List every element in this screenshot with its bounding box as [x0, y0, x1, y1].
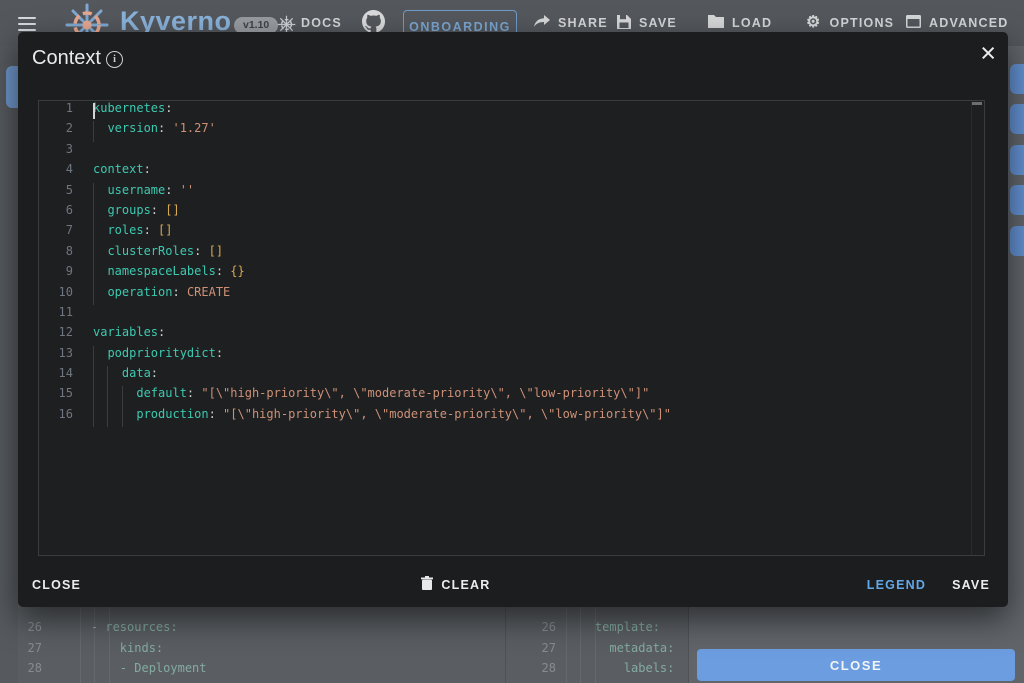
line-number: 10 [39, 285, 93, 305]
line-number: 9 [39, 264, 93, 284]
line-number: 3 [39, 142, 93, 162]
editor-line[interactable]: 11 [39, 305, 984, 325]
editor-line[interactable]: 14 data: [39, 366, 984, 386]
dialog-title: Context [32, 47, 101, 70]
background-resource-code: template: metadata: labels: [566, 617, 674, 679]
line-code[interactable]: production: "[\"high-priority\", \"moder… [93, 407, 984, 427]
save-label: SAVE [639, 16, 677, 30]
editor-line[interactable]: 3 [39, 142, 984, 162]
editor-line[interactable]: 13 podprioritydict: [39, 346, 984, 366]
line-number: 11 [39, 305, 93, 325]
editor-line[interactable]: 15 default: "[\"high-priority\", \"moder… [39, 386, 984, 406]
line-code[interactable]: version: '1.27' [93, 121, 984, 141]
scrollbar-track[interactable] [971, 101, 972, 555]
context-yaml-editor[interactable]: 1kubernetes:2 version: '1.27'34context:5… [38, 100, 985, 556]
editor-line[interactable]: 7 roles: [] [39, 223, 984, 243]
trash-icon [421, 576, 433, 593]
background-close-label: CLOSE [830, 658, 882, 673]
background-line-numbers: 262728 [506, 617, 556, 679]
editor-line[interactable]: 10 operation: CREATE [39, 285, 984, 305]
editor-line[interactable]: 5 username: '' [39, 183, 984, 203]
docs-label: DOCS [301, 16, 342, 30]
clear-label: CLEAR [441, 578, 490, 592]
hidden-right-button-fragment [1010, 64, 1024, 94]
editor-line[interactable]: 4context: [39, 162, 984, 182]
line-code[interactable] [93, 305, 984, 325]
editor-line[interactable]: 16 production: "[\"high-priority\", \"mo… [39, 407, 984, 427]
line-number: 14 [39, 366, 93, 386]
menu-hamburger-icon[interactable] [18, 17, 36, 31]
text-cursor [93, 103, 95, 119]
hidden-right-button-fragment [1010, 145, 1024, 175]
editor-line[interactable]: 9 namespaceLabels: {} [39, 264, 984, 284]
line-number: 2 [39, 121, 93, 141]
advanced-label: ADVANCED [929, 16, 1009, 30]
line-code[interactable]: namespaceLabels: {} [93, 264, 984, 284]
panel-icon [906, 15, 921, 31]
legend-label: LEGEND [867, 578, 926, 592]
share-label: SHARE [558, 16, 608, 30]
editor-lines: 1kubernetes:2 version: '1.27'34context:5… [39, 101, 984, 427]
line-code[interactable]: clusterRoles: [] [93, 244, 984, 264]
background-policy-editor-panel: 262728 - resources: kinds: - Deployment [18, 607, 506, 683]
line-code[interactable]: default: "[\"high-priority\", \"moderate… [93, 386, 984, 406]
load-label: LOAD [732, 16, 772, 30]
clear-button[interactable]: CLEAR [421, 576, 490, 593]
line-number: 7 [39, 223, 93, 243]
line-code[interactable]: kubernetes: [93, 101, 984, 121]
line-number: 1 [39, 101, 93, 121]
hidden-right-button-fragment [1010, 185, 1024, 215]
gear-icon: ⚙ [806, 15, 822, 31]
line-number: 4 [39, 162, 93, 182]
dialog-close-button[interactable]: CLOSE [32, 578, 81, 592]
dialog-footer: CLOSE CLEAR LEGEND SAVE [18, 556, 1008, 607]
dialog-close-label: CLOSE [32, 578, 81, 592]
line-code[interactable]: groups: [] [93, 203, 984, 223]
editor-line[interactable]: 2 version: '1.27' [39, 121, 984, 141]
line-number: 15 [39, 386, 93, 406]
hidden-left-tab-fragment [6, 66, 18, 108]
close-icon[interactable]: × [980, 40, 996, 67]
line-number: 12 [39, 325, 93, 345]
background-resource-editor-panel: 262728 template: metadata: labels: [506, 607, 689, 683]
hidden-right-button-fragment [1010, 226, 1024, 256]
line-code[interactable]: context: [93, 162, 984, 182]
background-close-button[interactable]: CLOSE [697, 649, 1015, 681]
info-icon[interactable]: i [106, 51, 123, 68]
background-policy-code: - resources: kinds: - Deployment [62, 617, 207, 679]
editor-line[interactable]: 8 clusterRoles: [] [39, 244, 984, 264]
editor-line[interactable]: 12variables: [39, 325, 984, 345]
share-icon [534, 15, 550, 31]
line-code[interactable]: podprioritydict: [93, 346, 984, 366]
line-code[interactable] [93, 142, 984, 162]
line-code[interactable]: username: '' [93, 183, 984, 203]
hidden-right-button-fragment [1010, 104, 1024, 134]
dialog-save-label: SAVE [952, 578, 990, 592]
left-sidebar-strip [0, 46, 18, 683]
line-number: 13 [39, 346, 93, 366]
line-code[interactable]: data: [93, 366, 984, 386]
editor-line[interactable]: 6 groups: [] [39, 203, 984, 223]
line-number: 5 [39, 183, 93, 203]
kyverno-playground-screen: { "topbar": { "brand": "Kyverno", "versi… [0, 0, 1024, 683]
line-number: 6 [39, 203, 93, 223]
line-number: 8 [39, 244, 93, 264]
line-number: 16 [39, 407, 93, 427]
editor-line[interactable]: 1kubernetes: [39, 101, 984, 121]
overview-ruler-cursor-marker [972, 102, 982, 105]
background-line-numbers: 262728 [18, 617, 42, 679]
line-code[interactable]: operation: CREATE [93, 285, 984, 305]
line-code[interactable]: variables: [93, 325, 984, 345]
context-dialog: Context i × 1kubernetes:2 version: '1.27… [18, 32, 1008, 607]
legend-button[interactable]: LEGEND [867, 578, 926, 592]
line-code[interactable]: roles: [] [93, 223, 984, 243]
floppy-icon [617, 15, 631, 32]
folder-icon [708, 15, 724, 31]
options-label: OPTIONS [830, 16, 895, 30]
dialog-save-button[interactable]: SAVE [952, 578, 990, 592]
